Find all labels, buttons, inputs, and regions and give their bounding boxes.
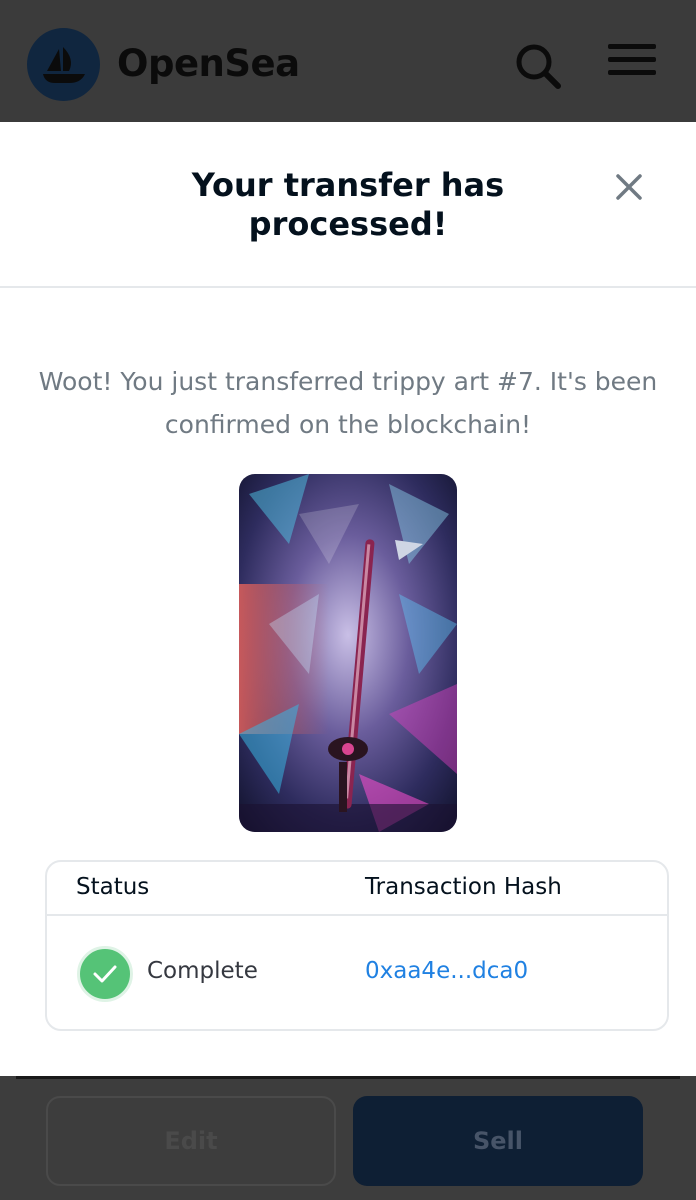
- edit-button[interactable]: Edit: [46, 1096, 336, 1186]
- transaction-status-table: Status Transaction Hash Complete 0xaa4e.…: [45, 860, 669, 1031]
- brand-name[interactable]: OpenSea: [117, 42, 300, 85]
- nft-artwork-image: [239, 474, 457, 832]
- modal-header: Your transfer has processed!: [0, 122, 696, 288]
- modal-title: Your transfer has processed!: [191, 166, 505, 243]
- check-circle-icon: [77, 946, 133, 1002]
- hamburger-menu-icon[interactable]: [608, 44, 656, 84]
- table-header: Status Transaction Hash: [47, 862, 667, 916]
- transfer-message: Woot! You just transferred trippy art #7…: [38, 367, 658, 439]
- hash-column-header: Transaction Hash: [365, 874, 562, 900]
- close-icon[interactable]: [606, 164, 652, 210]
- transfer-success-modal: Your transfer has processed! Woot! You j…: [0, 122, 696, 1076]
- search-icon[interactable]: [512, 40, 564, 92]
- divider: [16, 1076, 680, 1079]
- bottom-action-bar: Edit Sell: [0, 1076, 696, 1200]
- opensea-logo-icon[interactable]: [27, 28, 100, 101]
- top-navbar: OpenSea: [0, 0, 696, 122]
- status-column-header: Status: [76, 874, 150, 900]
- status-value: Complete: [147, 958, 258, 984]
- transaction-hash-link[interactable]: 0xaa4e...dca0: [365, 958, 528, 984]
- sell-button[interactable]: Sell: [353, 1096, 643, 1186]
